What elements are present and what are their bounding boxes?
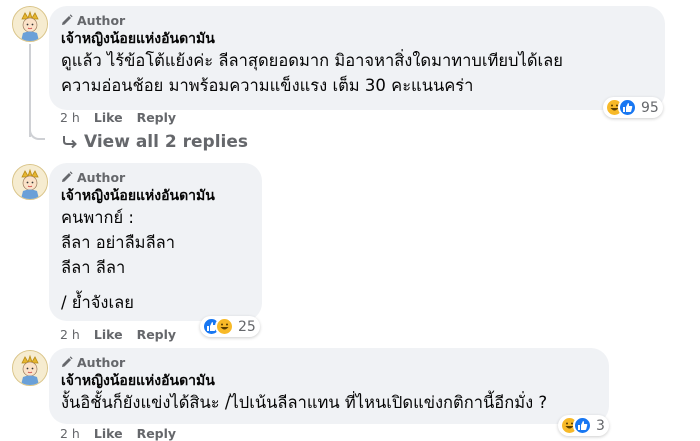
commenter-name[interactable]: เจ้าหญิงน้อยแห่งอันดามัน — [61, 30, 653, 48]
pencil-icon — [62, 171, 73, 182]
comment-text: งั้นอิชั้นก็ยังแข่งได้สินะ /ไปเน้นลีลาแท… — [61, 390, 597, 415]
like-button[interactable]: Like — [94, 110, 123, 125]
avatar-image — [13, 351, 47, 385]
thread-connector — [29, 118, 45, 140]
avatar-image — [13, 7, 47, 41]
like-button[interactable]: Like — [94, 327, 123, 342]
avatar[interactable] — [12, 6, 48, 42]
comment-line: คนพากย์ : — [61, 208, 134, 227]
pencil-icon — [62, 14, 73, 25]
reaction-count: 25 — [238, 318, 256, 335]
reaction-summary[interactable]: 3 — [558, 415, 609, 436]
comment-line: ลีลา อย่าลืมลีลา — [61, 233, 176, 252]
comment-line — [61, 280, 250, 290]
reply-button[interactable]: Reply — [137, 327, 176, 342]
comment-bubble: Author เจ้าหญิงน้อยแห่งอันดามัน ดูแล้ว ไ… — [49, 6, 665, 110]
timestamp[interactable]: 2 h — [60, 327, 80, 342]
comment-line: / ย้ำจังเลย — [61, 293, 134, 312]
reaction-summary[interactable]: 95 — [603, 97, 663, 118]
comment-actions: 2 h Like Reply — [60, 327, 176, 342]
reaction-count: 3 — [596, 417, 605, 434]
view-replies-link[interactable]: View all 2 replies — [62, 132, 248, 152]
comment-actions: 2 h Like Reply — [60, 110, 176, 125]
haha-icon — [215, 317, 234, 336]
commenter-name[interactable]: เจ้าหญิงน้อยแห่งอันดามัน — [61, 187, 250, 205]
reaction-count: 95 — [641, 99, 659, 116]
author-badge-label: Author — [77, 12, 126, 28]
author-badge: Author — [61, 12, 653, 28]
author-badge-label: Author — [77, 169, 126, 185]
comment-line: ลีลา ลีลา — [61, 258, 126, 277]
author-badge: Author — [61, 354, 597, 370]
comment-line: ดูแล้ว ไร้ข้อโต้แย้งค่ะ ลีลาสุดยอดมาก มิ… — [61, 51, 563, 70]
timestamp[interactable]: 2 h — [60, 426, 80, 441]
pencil-icon — [62, 356, 73, 367]
author-badge: Author — [61, 169, 250, 185]
avatar[interactable] — [12, 350, 48, 386]
comment-text: ดูแล้ว ไร้ข้อโต้แย้งค่ะ ลีลาสุดยอดมาก มิ… — [61, 48, 653, 98]
like-icon — [618, 98, 637, 117]
author-badge-label: Author — [77, 354, 126, 370]
like-icon — [573, 416, 592, 435]
comment-line: ความอ่อนช้อย มาพร้อมความแข็งแรง เต็ม 30 … — [61, 76, 474, 95]
reply-button[interactable]: Reply — [137, 110, 176, 125]
reaction-summary[interactable]: 25 — [200, 316, 260, 337]
commenter-name[interactable]: เจ้าหญิงน้อยแห่งอันดามัน — [61, 372, 597, 390]
view-replies-label: View all 2 replies — [84, 132, 249, 152]
reply-arrow-icon — [63, 136, 77, 149]
comment-bubble: Author เจ้าหญิงน้อยแห่งอันดามัน งั้นอิชั… — [49, 348, 609, 424]
avatar-image — [13, 165, 47, 199]
avatar[interactable] — [12, 164, 48, 200]
comment-actions: 2 h Like Reply — [60, 426, 176, 441]
reply-button[interactable]: Reply — [137, 426, 176, 441]
comment-line: งั้นอิชั้นก็ยังแข่งได้สินะ /ไปเน้นลีลาแท… — [61, 393, 548, 412]
comment-bubble: Author เจ้าหญิงน้อยแห่งอันดามัน คนพากย์ … — [49, 163, 262, 321]
comment-text: คนพากย์ : ลีลา อย่าลืมลีลา ลีลา ลีลา / ย… — [61, 205, 250, 315]
timestamp[interactable]: 2 h — [60, 110, 80, 125]
like-button[interactable]: Like — [94, 426, 123, 441]
